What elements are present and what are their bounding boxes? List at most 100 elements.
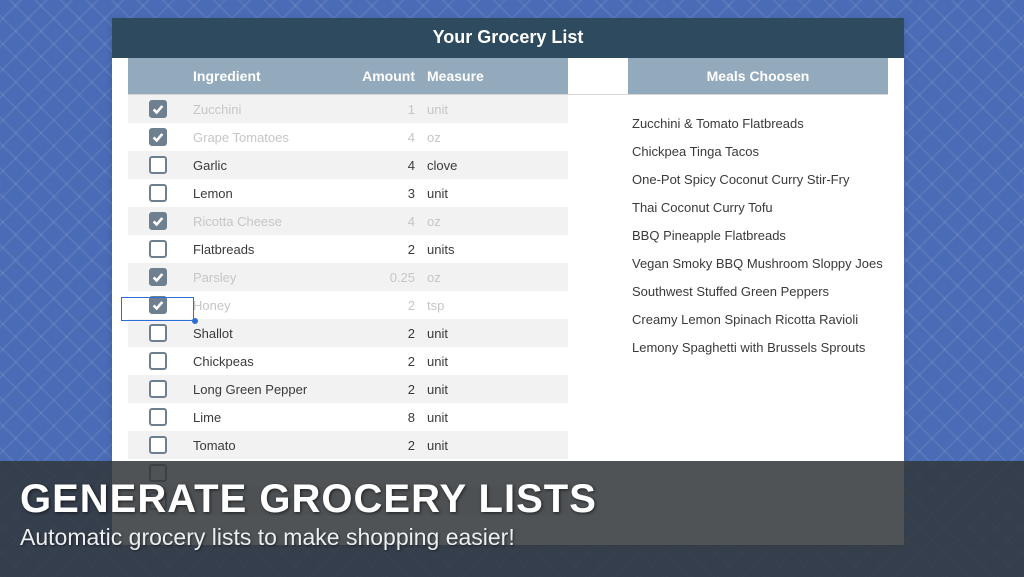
cell-selection-handle[interactable] (192, 318, 198, 324)
checkbox-cell (128, 184, 173, 202)
ingredient-measure: unit (423, 410, 518, 425)
table-row: Zucchini1unit (128, 95, 568, 123)
table-row: Long Green Pepper2unit (128, 375, 568, 403)
table-row: Flatbreads2units (128, 235, 568, 263)
table-row: Ricotta Cheese4oz (128, 207, 568, 235)
spacer-column (568, 95, 628, 515)
ingredient-measure: unit (423, 326, 518, 341)
meal-item: Southwest Stuffed Green Peppers (628, 277, 888, 305)
ingredient-amount: 2 (328, 298, 423, 313)
banner-headline: GENERATE GROCERY LISTS (20, 477, 1004, 522)
table-row: Garlic4clove (128, 151, 568, 179)
ingredient-name: Lemon (173, 186, 328, 201)
ingredient-name: Grape Tomatoes (173, 130, 328, 145)
ingredient-amount: 3 (328, 186, 423, 201)
ingredient-name: Parsley (173, 270, 328, 285)
checkbox-cell (128, 100, 173, 118)
check-icon (151, 214, 165, 228)
checkbox-cell (128, 128, 173, 146)
meal-item: One-Pot Spicy Coconut Curry Stir-Fry (628, 165, 888, 193)
check-icon (151, 298, 165, 312)
ingredient-checkbox[interactable] (149, 100, 167, 118)
ingredient-checkbox[interactable] (149, 296, 167, 314)
ingredient-checkbox[interactable] (149, 436, 167, 454)
ingredient-amount: 2 (328, 438, 423, 453)
header-measure: Measure (423, 68, 518, 84)
ingredient-measure: unit (423, 354, 518, 369)
meal-item: Lemony Spaghetti with Brussels Sprouts (628, 333, 888, 361)
checkbox-cell (128, 156, 173, 174)
ingredient-amount: 0.25 (328, 270, 423, 285)
ingredient-checkbox[interactable] (149, 240, 167, 258)
header-gap (568, 58, 628, 94)
ingredient-checkbox[interactable] (149, 212, 167, 230)
table-row: Honey2tsp (128, 291, 568, 319)
meals-column: Zucchini & Tomato FlatbreadsChickpea Tin… (628, 95, 888, 515)
ingredient-checkbox[interactable] (149, 324, 167, 342)
meal-item: Vegan Smoky BBQ Mushroom Sloppy Joes (628, 249, 888, 277)
checkbox-cell (128, 380, 173, 398)
meal-item: Creamy Lemon Spinach Ricotta Ravioli (628, 305, 888, 333)
ingredient-amount: 2 (328, 354, 423, 369)
checkbox-cell (128, 324, 173, 342)
checkbox-cell (128, 436, 173, 454)
ingredient-amount: 4 (328, 214, 423, 229)
table-row: Tomato2unit (128, 431, 568, 459)
ingredient-checkbox[interactable] (149, 352, 167, 370)
ingredient-name: Chickpeas (173, 354, 328, 369)
meal-item: Zucchini & Tomato Flatbreads (628, 109, 888, 137)
ingredient-name: Tomato (173, 438, 328, 453)
checkbox-cell (128, 352, 173, 370)
header-left: Ingredient Amount Measure (128, 58, 568, 94)
ingredient-measure: oz (423, 214, 518, 229)
ingredient-checkbox[interactable] (149, 408, 167, 426)
ingredient-checkbox[interactable] (149, 128, 167, 146)
ingredient-measure: clove (423, 158, 518, 173)
ingredient-measure: oz (423, 130, 518, 145)
table-row: Lime8unit (128, 403, 568, 431)
header-amount: Amount (328, 68, 423, 84)
checkbox-cell (128, 268, 173, 286)
ingredient-amount: 2 (328, 382, 423, 397)
ingredient-measure: tsp (423, 298, 518, 313)
ingredient-amount: 1 (328, 102, 423, 117)
table-header-row: Ingredient Amount Measure Meals Choosen (128, 58, 888, 95)
ingredient-amount: 2 (328, 326, 423, 341)
ingredient-measure: unit (423, 438, 518, 453)
ingredient-measure: units (423, 242, 518, 257)
ingredient-amount: 8 (328, 410, 423, 425)
table-row: Grape Tomatoes4oz (128, 123, 568, 151)
ingredient-amount: 4 (328, 130, 423, 145)
ingredient-name: Flatbreads (173, 242, 328, 257)
ingredient-name: Lime (173, 410, 328, 425)
checkbox-cell (128, 296, 173, 314)
ingredient-measure: unit (423, 382, 518, 397)
ingredient-measure: unit (423, 102, 518, 117)
ingredients-column: Zucchini1unitGrape Tomatoes4ozGarlic4clo… (128, 95, 568, 515)
ingredient-name: Garlic (173, 158, 328, 173)
banner-subtext: Automatic grocery lists to make shopping… (20, 524, 1004, 551)
ingredient-checkbox[interactable] (149, 268, 167, 286)
ingredient-name: Shallot (173, 326, 328, 341)
meal-item: Thai Coconut Curry Tofu (628, 193, 888, 221)
check-icon (151, 130, 165, 144)
header-ingredient: Ingredient (128, 68, 328, 84)
table-row: Parsley0.25oz (128, 263, 568, 291)
promo-banner: GENERATE GROCERY LISTS Automatic grocery… (0, 461, 1024, 577)
meal-item: Chickpea Tinga Tacos (628, 137, 888, 165)
table-body: Zucchini1unitGrape Tomatoes4ozGarlic4clo… (128, 95, 888, 515)
ingredient-name: Zucchini (173, 102, 328, 117)
ingredient-checkbox[interactable] (149, 156, 167, 174)
ingredient-checkbox[interactable] (149, 380, 167, 398)
ingredient-checkbox[interactable] (149, 184, 167, 202)
header-meals: Meals Choosen (628, 58, 888, 94)
ingredient-amount: 2 (328, 242, 423, 257)
ingredient-name: Honey (173, 298, 328, 313)
ingredient-name: Long Green Pepper (173, 382, 328, 397)
check-icon (151, 270, 165, 284)
table-row: Lemon3unit (128, 179, 568, 207)
meal-item: BBQ Pineapple Flatbreads (628, 221, 888, 249)
card-title: Your Grocery List (112, 18, 904, 58)
ingredient-measure: unit (423, 186, 518, 201)
ingredient-amount: 4 (328, 158, 423, 173)
